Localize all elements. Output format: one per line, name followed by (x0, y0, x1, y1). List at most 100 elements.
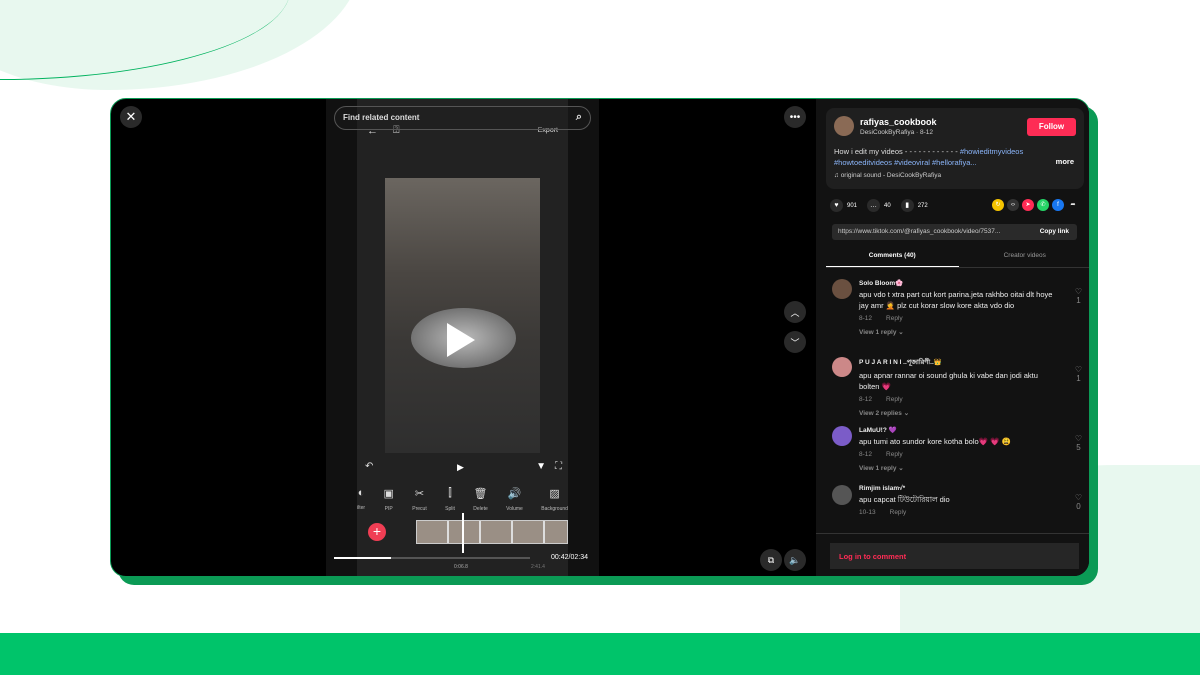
comment-author[interactable]: LaMuU!? 💜 (859, 426, 1082, 434)
avatar[interactable] (832, 426, 852, 446)
send-icon[interactable]: ➤ (1022, 199, 1034, 211)
reply-button[interactable]: Reply (890, 509, 907, 516)
view-replies[interactable]: View 1 reply ⌄ (859, 464, 1082, 472)
pip-icon[interactable]: ⧉ (760, 549, 782, 571)
comment-author[interactable]: Solo Bloom🌸 (859, 279, 1082, 287)
like-button[interactable]: ♥ 901 (830, 199, 857, 212)
more-link[interactable]: more (1056, 157, 1074, 166)
volume-icon[interactable]: 🔈 (784, 549, 806, 571)
hashtag[interactable]: #videoviral (894, 158, 930, 167)
link-field[interactable]: https://www.tiktok.com/@rafiyas_cookbook… (832, 224, 1077, 240)
editor-play-icon: ▶ (457, 462, 464, 472)
whatsapp-icon[interactable]: ✆ (1037, 199, 1049, 211)
time-display: 00:42/02:34 (551, 554, 588, 561)
share-options: ↻ ‹› ➤ ✆ f ➦ (992, 199, 1079, 211)
tab-comments[interactable]: Comments (40) (826, 248, 959, 267)
video-thumbnail (385, 178, 540, 453)
share-icon[interactable]: ➦ (1067, 199, 1079, 211)
reply-button[interactable]: Reply (886, 396, 903, 403)
timeline-marker: 0:06.8 (454, 564, 468, 570)
tool-volume: 🔊 Volume (506, 488, 523, 512)
sound-info[interactable]: ♫ original sound - DesiCookByRafiya (834, 172, 941, 179)
right-panel: rafiyas_cookbook DesiCookByRafiya · 8-12… (816, 99, 1090, 576)
tool-background: ▨ Background (541, 488, 568, 512)
undo-icon: ↶ (365, 461, 374, 472)
comment-date: 8-12 (859, 396, 873, 403)
music-note-icon: ♫ (834, 172, 841, 179)
heart-icon: ♥ (830, 199, 843, 212)
heart-outline-icon: ♡ (1074, 287, 1082, 296)
search-input[interactable]: Find related content ⌕ (334, 106, 591, 130)
video-player[interactable]: ← ⍰ Export ↶ ▶ ▼ ⛶ Find related content ⌕… (326, 99, 599, 576)
comment-author[interactable]: Rimjim islam√* (859, 485, 1082, 492)
reply-button[interactable]: Reply (886, 315, 903, 322)
follow-button[interactable]: Follow (1027, 118, 1076, 136)
bookmark-icon: ▮ (900, 199, 914, 212)
comment-date: 10-13 (859, 509, 876, 516)
engagement-stats: ♥ 901 … 40 ▮ 272 (830, 199, 928, 212)
heart-outline-icon: ♡ (1074, 493, 1082, 502)
search-icon[interactable]: ⌕ (576, 111, 582, 124)
footer-band (0, 633, 1200, 675)
caption: How i edit my videos - - - - - - - - - -… (834, 147, 1024, 167)
comment-date: 8-12 (859, 315, 873, 322)
view-replies[interactable]: View 2 replies ⌄ (859, 409, 1082, 417)
editor-toolbar: ◐ ilter ▣ PIP ✂ Precut ⫿ Split 🗑 Delete 🔊 Volu… (357, 487, 568, 512)
copy-link-button[interactable]: Copy link (1040, 228, 1069, 235)
post-subtitle: DesiCookByRafiya · 8-12 (860, 129, 933, 136)
search-placeholder: Find related content (343, 113, 420, 122)
comment-item: LaMuU!? 💜 apu tumi ato sundor kore kotha … (832, 426, 1082, 472)
tab-creator-videos[interactable]: Creator videos (959, 248, 1090, 267)
video-modal: ✕ ••• ︿ ﹀ ⧉ 🔈 ← ⍰ Export ↶ ▶ ▼ ⛶ Find re… (110, 98, 1090, 577)
comment-text: apu tumi ato sundor kore kotha bolo💗 💗 😩 (859, 437, 1011, 446)
facebook-icon[interactable]: f (1052, 199, 1064, 211)
login-to-comment[interactable]: Log in to comment (830, 543, 1079, 569)
comment-like[interactable]: ♡ 1 (1075, 287, 1082, 305)
heart-outline-icon: ♡ (1074, 434, 1082, 443)
keyframe-icon: ▼ (536, 461, 546, 472)
comment-text: apu vdo t xtra part cut kort parina.jeta… (859, 290, 1053, 310)
comment-author[interactable]: P U J A R I N I ..পূজারিণী..👑 (859, 357, 1082, 368)
avatar[interactable] (834, 116, 854, 136)
next-video-button[interactable]: ﹀ (784, 331, 806, 353)
comment-like[interactable]: ♡ 1 (1075, 365, 1082, 383)
comment-item: Rimjim islam√* apu capcat টিউটোরিয়াল dio… (832, 485, 1082, 516)
hashtag[interactable]: #hellorafiya... (932, 158, 977, 167)
play-icon[interactable] (447, 323, 475, 357)
comment-date: 8-12 (859, 451, 873, 458)
view-replies[interactable]: View 1 reply ⌄ (859, 328, 1082, 336)
tabs: Comments (40) Creator videos (826, 248, 1090, 268)
avatar[interactable] (832, 485, 852, 505)
close-icon[interactable]: ✕ (120, 106, 142, 128)
timeline-total: 2:41.4 (531, 564, 545, 570)
tool-filter: ◐ ilter (357, 487, 366, 511)
avatar[interactable] (832, 357, 852, 377)
save-button[interactable]: ▮ 272 (900, 199, 928, 212)
hashtag[interactable]: #howtoeditvideos (834, 158, 892, 167)
reply-button[interactable]: Reply (886, 451, 903, 458)
progress-bar[interactable] (334, 557, 530, 559)
comment-icon: … (867, 199, 881, 212)
comment-item: Solo Bloom🌸 apu vdo t xtra part cut kort … (832, 279, 1082, 336)
tool-pip: ▣ PIP (383, 488, 394, 512)
embed-icon[interactable]: ‹› (1007, 199, 1019, 211)
comment-item: P U J A R I N I ..পূজারিণী..👑 apu apnar r… (832, 357, 1082, 417)
comment-like[interactable]: ♡ 0 (1075, 493, 1082, 511)
add-clip-icon: + (368, 523, 386, 541)
comment-text: apu capcat টিউটোরিয়াল dio (859, 495, 950, 504)
repost-icon[interactable]: ↻ (992, 199, 1004, 211)
comment-like[interactable]: ♡ 5 (1075, 434, 1082, 452)
progress-fill (334, 557, 391, 559)
previous-video-button[interactable]: ︿ (784, 301, 806, 323)
avatar[interactable] (832, 279, 852, 299)
hashtag[interactable]: #howieditmyvideos (960, 147, 1023, 156)
tool-delete: 🗑 Delete (473, 488, 488, 512)
playhead (462, 513, 464, 553)
tool-precut: ✂ Precut (412, 488, 427, 512)
comment-button[interactable]: … 40 (867, 199, 891, 212)
tool-split: ⫿ Split (445, 487, 455, 512)
heart-outline-icon: ♡ (1074, 365, 1082, 374)
more-options-icon[interactable]: ••• (784, 106, 806, 128)
username[interactable]: rafiyas_cookbook (860, 117, 937, 127)
comment-text: apu apnar rannar oi sound ghula ki vabe … (859, 371, 1038, 391)
